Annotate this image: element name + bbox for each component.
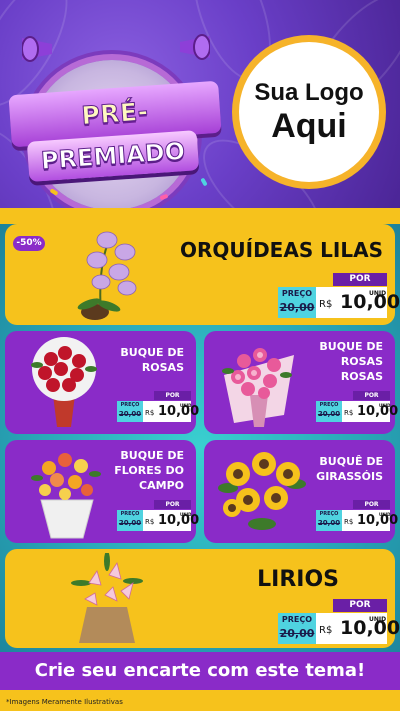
unit-label: UNID (180, 512, 192, 517)
product-card-orchids[interactable]: -50% ORQUÍDEAS LILAS POR PREÇO 20,00 R$ … (5, 224, 400, 325)
price-value: 10,00 (357, 513, 399, 528)
price-tag: POR PREÇO 20,00 R$ 10,00 UNID (117, 391, 199, 423)
product-card-sunflowers[interactable]: BUQUÊ DE GIRASSÓIS POR PREÇO 20,00 R$ 10… (204, 440, 398, 543)
product-name: BUQUÊ DE GIRASSÓIS (316, 455, 383, 483)
product-name: LIRIOS (257, 567, 339, 592)
product-name: BUQUE DE FLORES DO CAMPO (114, 449, 184, 492)
product-name: BUQUE DE ROSAS (120, 346, 184, 374)
price-por-label: POR (353, 391, 390, 400)
unit-label: UNID (379, 512, 391, 517)
old-price: 20,00 (279, 627, 315, 640)
currency: R$ (319, 625, 333, 636)
sunflower-bouquet-icon (218, 452, 306, 530)
flyer: PRÉ-CARNAVAL PREMIADO Sua Logo Aqui -50% (0, 0, 400, 711)
orchid-icon (77, 231, 137, 320)
unit-label: UNID (180, 403, 192, 408)
price-value: 10,00 (158, 513, 200, 528)
logo-placeholder-line1: Sua Logo (254, 79, 364, 106)
price-new: R$ 10,00 UNID (342, 401, 398, 422)
disclaimer-text: *Imagens Meramente Ilustrativas (6, 698, 123, 706)
price-new: R$ 10,00 UNID (316, 613, 400, 644)
currency: R$ (145, 409, 155, 417)
currency: R$ (319, 299, 333, 310)
price-new: R$ 10,00 UNID (143, 510, 199, 531)
price-new: R$ 10,00 UNID (342, 510, 398, 531)
price-old: PREÇO 20,00 (278, 287, 316, 318)
unit-label: UNID (369, 616, 387, 623)
event-logo: PRÉ-CARNAVAL PREMIADO (8, 30, 222, 208)
price-new: R$ 10,00 UNID (143, 401, 199, 422)
product-card-pink-roses[interactable]: BUQUE DE ROSAS ROSAS POR PREÇO 20,00 R$ … (204, 331, 398, 434)
old-price: 20,00 (118, 410, 142, 418)
old-price: 20,00 (279, 301, 315, 314)
trumpet-icon (22, 36, 52, 62)
product-name: ORQUÍDEAS LILAS (179, 238, 383, 262)
price-old: PREÇO 20,00 (316, 510, 342, 531)
price-preco-label: PREÇO (281, 615, 313, 624)
price-value: 10,00 (158, 404, 200, 419)
red-roses-bouquet-icon (31, 337, 97, 427)
price-tag: POR PREÇO 20,00 R$ 10,00 UNID (316, 500, 398, 532)
product-card-red-roses[interactable]: BUQUE DE ROSAS POR PREÇO 20,00 R$ 10,00 … (5, 331, 199, 434)
logo-placeholder-line2: Aqui (271, 107, 347, 145)
price-old: PREÇO 20,00 (117, 401, 143, 422)
price-preco-label: PREÇO (120, 402, 140, 408)
price-value: 10,00 (357, 404, 399, 419)
product-name: BUQUE DE ROSAS ROSAS (319, 340, 383, 383)
price-preco-label: PREÇO (120, 511, 140, 517)
price-por-label: POR (333, 273, 387, 286)
header-banner: PRÉ-CARNAVAL PREMIADO Sua Logo Aqui (0, 0, 400, 208)
product-card-lilies[interactable]: LIRIOS POR PREÇO 20,00 R$ 10,00 UNID (5, 549, 400, 648)
currency: R$ (145, 518, 155, 526)
price-tag: POR PREÇO 20,00 R$ 10,00 UNID (278, 599, 400, 647)
old-price: 20,00 (317, 519, 341, 527)
unit-label: UNID (379, 403, 391, 408)
product-card-wildflowers[interactable]: BUQUE DE FLORES DO CAMPO POR PREÇO 20,00… (5, 440, 199, 543)
currency: R$ (344, 409, 354, 417)
price-tag: POR PREÇO 20,00 R$ 10,00 UNID (278, 273, 400, 321)
price-por-label: POR (353, 500, 390, 509)
price-por-label: POR (154, 500, 191, 509)
cta-text: Crie seu encarte com este tema! (34, 660, 366, 681)
price-tag: POR PREÇO 20,00 R$ 10,00 UNID (316, 391, 398, 423)
price-por-label: POR (154, 391, 191, 400)
old-price: 20,00 (118, 519, 142, 527)
lily-bouquet-icon (71, 553, 143, 643)
old-price: 20,00 (317, 410, 341, 418)
price-preco-label: PREÇO (319, 511, 339, 517)
currency: R$ (344, 518, 354, 526)
price-old: PREÇO 20,00 (278, 613, 316, 644)
price-new: R$ 10,00 UNID (316, 287, 400, 318)
pink-roses-bouquet-icon (222, 348, 294, 427)
price-tag: POR PREÇO 20,00 R$ 10,00 UNID (117, 500, 199, 532)
wildflower-bouquet-icon (31, 453, 101, 539)
cta-banner[interactable]: Crie seu encarte com este tema! (0, 652, 400, 690)
price-preco-label: PREÇO (319, 402, 339, 408)
price-old: PREÇO 20,00 (316, 401, 342, 422)
logo-placeholder[interactable]: Sua Logo Aqui (239, 42, 379, 182)
price-preco-label: PREÇO (281, 289, 313, 298)
trumpet-icon (180, 34, 210, 60)
price-por-label: POR (333, 599, 387, 612)
unit-label: UNID (369, 290, 387, 297)
price-old: PREÇO 20,00 (117, 510, 143, 531)
divider-strip (0, 208, 400, 224)
discount-badge: -50% (13, 236, 45, 251)
